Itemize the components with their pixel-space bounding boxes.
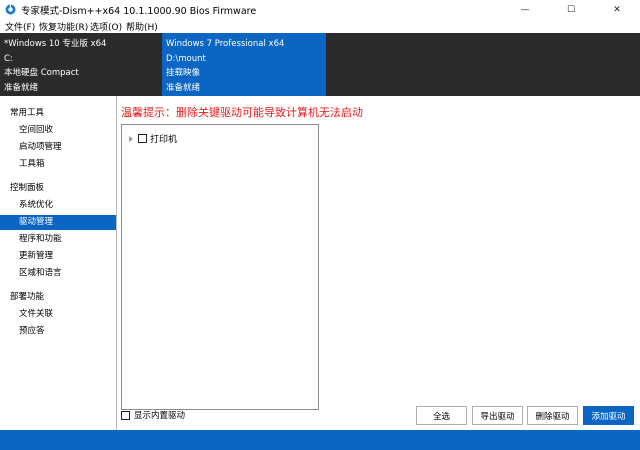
driver-panel: 温馨提示：删除关键驱动可能导致计算机无法启动 打印机 显示内置驱动 全选 导出驱… — [117, 96, 640, 430]
app-icon — [5, 4, 16, 15]
delete-driver-button[interactable]: 删除驱动 — [527, 406, 578, 425]
tree-node-printer[interactable]: 打印机 — [129, 132, 177, 145]
sidebar-item-driver-manager[interactable]: 驱动管理 — [0, 215, 116, 230]
tree-node-label: 打印机 — [150, 135, 178, 145]
sidebar-item-region-language[interactable]: 区域和语言 — [0, 266, 116, 281]
sidebar-group-common-tools: 常用工具 — [10, 108, 45, 118]
window-title: 专家模式-Dism++x64 10.1.1000.90 Bios Firmwar… — [21, 6, 257, 17]
sidebar-item-update-manager[interactable]: 更新管理 — [0, 249, 116, 264]
title-bar: 专家模式-Dism++x64 10.1.1000.90 Bios Firmwar… — [0, 0, 640, 19]
sidebar-item-system-optimize[interactable]: 系统优化 — [0, 198, 116, 213]
menu-help[interactable]: 帮助(H) — [126, 20, 158, 33]
image-path: D:\mount — [166, 53, 206, 64]
image-path: C: — [4, 53, 13, 64]
image-strip: *Windows 10 专业版 x64 C: 本地硬盘 Compact 准备就绪… — [0, 33, 640, 96]
status-bar — [0, 430, 640, 450]
sidebar-item-answer-file[interactable]: 预应答 — [0, 324, 116, 339]
driver-tree[interactable]: 打印机 — [121, 124, 319, 410]
warning-text: 温馨提示：删除关键驱动可能导致计算机无法启动 — [121, 106, 363, 119]
maximize-button[interactable]: ☐ — [548, 0, 594, 19]
sidebar-group-control-panel: 控制面板 — [10, 183, 45, 193]
show-builtin-checkbox[interactable] — [121, 410, 130, 420]
sidebar: 常用工具 空间回收 启动项管理 工具箱 控制面板 系统优化 驱动管理 程序和功能… — [0, 96, 117, 430]
menu-restore[interactable]: 恢复功能(R) — [39, 20, 88, 33]
image-type: 挂载映像 — [166, 68, 201, 78]
add-driver-button[interactable]: 添加驱动 — [583, 406, 634, 425]
tree-node-checkbox[interactable] — [138, 134, 147, 143]
menu-options[interactable]: 选项(O) — [90, 20, 122, 33]
minimize-icon: — — [520, 4, 530, 15]
select-all-button[interactable]: 全选 — [416, 406, 467, 425]
sidebar-item-programs-features[interactable]: 程序和功能 — [0, 232, 116, 247]
image-card-windows7[interactable]: Windows 7 Professional x64 D:\mount 挂载映像… — [162, 33, 326, 96]
image-status: 准备就绪 — [4, 82, 39, 93]
close-button[interactable]: ✕ — [594, 0, 640, 19]
close-icon: ✕ — [613, 4, 621, 15]
maximize-icon: ☐ — [566, 4, 576, 15]
image-status: 准备就绪 — [166, 82, 201, 93]
menu-bar: 文件(F) 恢复功能(R) 选项(O) 帮助(H) — [0, 19, 640, 33]
sidebar-item-toolbox[interactable]: 工具箱 — [0, 157, 116, 172]
show-builtin-label: 显示内置驱动 — [134, 411, 186, 421]
sidebar-item-space-recovery[interactable]: 空间回收 — [0, 123, 116, 138]
sidebar-group-deployment: 部署功能 — [10, 292, 45, 302]
expand-arrow-icon[interactable] — [129, 135, 133, 142]
minimize-button[interactable]: — — [502, 0, 548, 19]
sidebar-item-startup-manager[interactable]: 启动项管理 — [0, 140, 116, 155]
image-name: *Windows 10 专业版 x64 — [4, 39, 107, 49]
export-driver-button[interactable]: 导出驱动 — [472, 406, 523, 425]
image-name: Windows 7 Professional x64 — [166, 39, 285, 49]
image-type: 本地硬盘 Compact — [4, 68, 79, 78]
show-builtin-row[interactable]: 显示内置驱动 — [121, 409, 185, 421]
sidebar-item-file-association[interactable]: 文件关联 — [0, 307, 116, 322]
image-card-windows10[interactable]: *Windows 10 专业版 x64 C: 本地硬盘 Compact 准备就绪 — [0, 33, 162, 96]
menu-file[interactable]: 文件(F) — [5, 20, 35, 33]
